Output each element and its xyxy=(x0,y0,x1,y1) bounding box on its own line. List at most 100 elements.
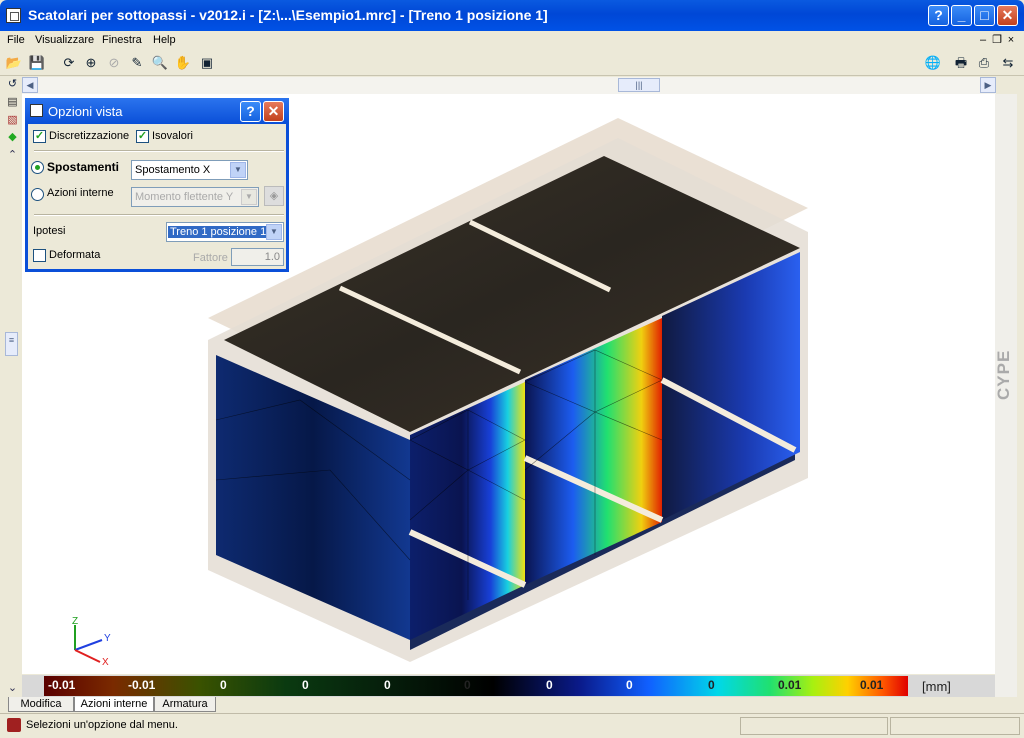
divider xyxy=(34,214,284,216)
axis-z-label: Z xyxy=(72,616,78,627)
legend-value: 0.01 xyxy=(778,678,802,692)
ipotesi-value: Treno 1 posizione 1 xyxy=(168,226,269,238)
status-cell xyxy=(740,717,888,735)
zoom-window-icon[interactable]: ⊕ xyxy=(82,54,100,72)
redraw-icon[interactable]: ⟳ xyxy=(60,54,78,72)
legend-value: 0 xyxy=(546,678,553,692)
axis-triad xyxy=(74,625,103,663)
discretizzazione-label: Discretizzazione xyxy=(49,130,130,142)
minimize-button[interactable]: _ xyxy=(951,5,972,26)
dialog-caption: Opzioni vista ? ✕ xyxy=(25,98,289,124)
dialog-icon xyxy=(30,104,43,117)
chevron-down-icon[interactable]: ▼ xyxy=(266,224,282,240)
print-preview-icon[interactable]: ⎙ xyxy=(975,54,993,72)
menu-finestra[interactable]: Finestra xyxy=(102,34,142,46)
scroll-up-icon[interactable]: ⌃ xyxy=(5,148,20,163)
legend-value: 0 xyxy=(464,678,471,692)
deformata-checkbox[interactable] xyxy=(33,249,46,262)
horizontal-scrollbar[interactable]: ◀ ||| ▶ xyxy=(22,77,996,94)
tab-azioni-interne[interactable]: Azioni interne xyxy=(74,697,154,712)
legend-value: 0 xyxy=(384,678,391,692)
globe-icon[interactable]: 🌐 xyxy=(924,54,942,72)
tab-armatura[interactable]: Armatura xyxy=(154,697,216,712)
dialog-help-button[interactable]: ? xyxy=(240,101,261,122)
divider xyxy=(34,150,284,152)
chevron-down-icon[interactable]: ▼ xyxy=(230,162,246,178)
view-front-icon[interactable]: ▤ xyxy=(5,95,20,110)
menu-visualizzare[interactable]: Visualizzare xyxy=(35,34,94,46)
legend-value: 0 xyxy=(708,678,715,692)
tab-bar: Modifica Azioni interne Armatura xyxy=(0,697,1024,713)
rotate-icon[interactable]: ↺ xyxy=(5,77,20,92)
discretizzazione-checkbox[interactable]: ✓ xyxy=(33,130,46,143)
axis-y-label: Y xyxy=(104,633,111,644)
azioni-interne-radio[interactable] xyxy=(31,188,44,201)
pan-hand-icon[interactable]: ✋ xyxy=(174,54,192,72)
help-button[interactable]: ? xyxy=(928,5,949,26)
menu-bar: File Visualizzare Finestra Help xyxy=(0,31,1024,50)
azioni-interne-value: Momento flettente Y xyxy=(135,191,234,203)
azioni-interne-label: Azioni interne xyxy=(47,187,114,199)
ipotesi-label: Ipotesi xyxy=(33,225,66,237)
mdi-minimize-button[interactable]: – xyxy=(976,34,990,46)
deformata-label: Deformata xyxy=(49,249,101,261)
zoom-previous-icon[interactable]: ⊘ xyxy=(105,54,123,72)
menu-help[interactable]: Help xyxy=(153,34,176,46)
isovalori-label: Isovalori xyxy=(152,130,193,142)
spostamenti-radio[interactable] xyxy=(31,161,44,174)
toolbar: 📂 💾 ⟳ ⊕ ⊘ ✎ 🔍 ✋ ▣ 🌐 🖶 ⎙ ⇆ xyxy=(0,51,1024,76)
ipotesi-select[interactable]: Treno 1 posizione 1 ▼ xyxy=(166,222,284,242)
legend-value: 0 xyxy=(220,678,227,692)
tab-modifica[interactable]: Modifica xyxy=(8,697,74,712)
vertical-scroll-thumb[interactable]: ≡ xyxy=(5,332,18,356)
spostamenti-select[interactable]: Spostamento X ▼ xyxy=(131,160,248,180)
status-cell xyxy=(890,717,1020,735)
isovalori-checkbox[interactable]: ✓ xyxy=(136,130,149,143)
view-3d-icon[interactable]: ◆ xyxy=(5,130,20,145)
fattore-field[interactable]: 1.0 xyxy=(231,248,284,266)
mdi-restore-button[interactable]: ❐ xyxy=(990,33,1004,46)
chevron-down-icon[interactable]: ▼ xyxy=(241,189,257,205)
zoom-icon[interactable]: 🔍 xyxy=(151,54,169,72)
menu-file[interactable]: File xyxy=(7,34,25,46)
view-options-icon[interactable]: ▣ xyxy=(198,54,216,72)
legend-value: -0.01 xyxy=(128,678,156,692)
legend-value: -0.01 xyxy=(48,678,76,692)
legend-value: 0 xyxy=(302,678,309,692)
dialog-title: Opzioni vista xyxy=(48,104,123,119)
cype-logo: CYPE xyxy=(994,320,1022,430)
dialog-close-button[interactable]: ✕ xyxy=(263,101,284,122)
print-icon[interactable]: 🖶 xyxy=(952,54,970,72)
legend-value: 0.01 xyxy=(860,678,884,692)
fattore-label: Fattore xyxy=(193,252,228,264)
legend-value: 0 xyxy=(626,678,633,692)
view-side-icon[interactable]: ▧ xyxy=(5,113,20,128)
close-button[interactable]: ✕ xyxy=(997,5,1018,26)
scroll-left-icon[interactable]: ◀ xyxy=(22,77,38,93)
book-icon xyxy=(7,718,21,732)
view-options-dialog: Opzioni vista ? ✕ ✓ Discretizzazione ✓ I… xyxy=(25,98,289,272)
color-legend: -0.01 -0.01 0 0 0 0 0 0 0 0.01 0.01 [mm] xyxy=(22,675,995,697)
cype-logo-text: CYPE xyxy=(994,349,1013,401)
window-title: Scatolari per sottopassi - v2012.i - [Z:… xyxy=(28,7,548,23)
open-folder-icon[interactable]: 📂 xyxy=(5,54,23,72)
layers-icon[interactable]: ◈ xyxy=(264,186,284,206)
maximize-button[interactable]: □ xyxy=(974,5,995,26)
azioni-interne-select[interactable]: Momento flettente Y ▼ xyxy=(131,187,259,207)
spostamenti-value: Spostamento X xyxy=(135,164,211,176)
spostamenti-label: Spostamenti xyxy=(47,160,120,174)
status-bar: Selezioni un'opzione dal menu. xyxy=(0,713,1024,738)
mdi-close-button[interactable]: × xyxy=(1004,34,1018,46)
mdi-controls: – ❐ × xyxy=(976,33,1018,46)
pencil-icon[interactable]: ✎ xyxy=(128,54,146,72)
exit-icon[interactable]: ⇆ xyxy=(999,54,1017,72)
scroll-thumb[interactable]: ||| xyxy=(618,78,660,92)
left-toolbar: ↺ ▤ ▧ ◆ ⌃ ≡ ⌄ xyxy=(0,77,22,697)
status-message: Selezioni un'opzione dal menu. xyxy=(26,719,178,731)
app-icon xyxy=(6,8,21,23)
title-bar: Scatolari per sottopassi - v2012.i - [Z:… xyxy=(0,0,1024,31)
save-icon[interactable]: 💾 xyxy=(28,54,46,72)
legend-unit: [mm] xyxy=(922,679,951,694)
scroll-right-icon[interactable]: ▶ xyxy=(980,77,996,93)
scroll-down-icon[interactable]: ⌄ xyxy=(5,681,20,696)
